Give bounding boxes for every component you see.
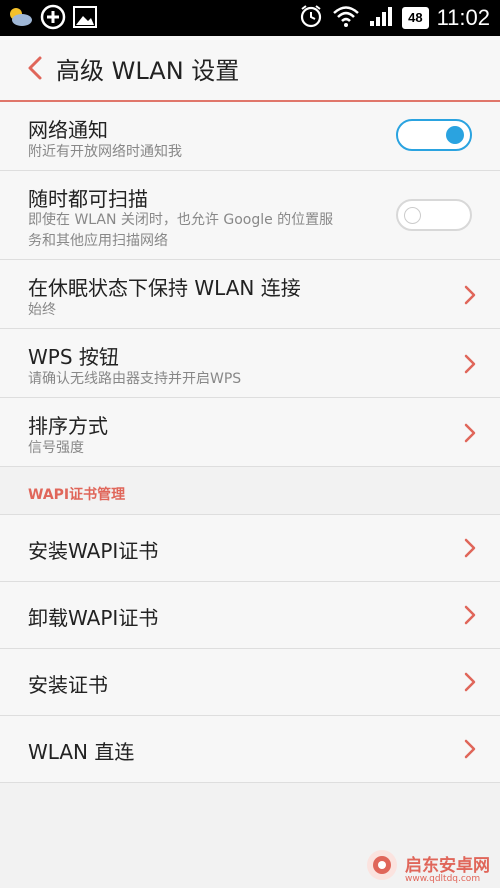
chevron-right-icon bbox=[464, 423, 476, 443]
setting-wps-button[interactable]: WPS 按钮 请确认无线路由器支持并开启WPS bbox=[0, 329, 500, 398]
setting-always-scan[interactable]: 随时都可扫描 即使在 WLAN 关闭时，也允许 Google 的位置服 务和其他… bbox=[0, 171, 500, 260]
status-right-icons: 48 11:02 bbox=[298, 0, 490, 36]
row-subtitle-line2: 务和其他应用扫描网络 bbox=[28, 233, 168, 249]
row-subtitle-line1: 即使在 WLAN 关闭时，也允许 Google 的位置服 bbox=[28, 212, 334, 228]
chevron-left-icon bbox=[28, 56, 42, 80]
page-title: 高级 WLAN 设置 bbox=[56, 57, 240, 85]
chevron-right-icon bbox=[464, 285, 476, 305]
toggle-knob bbox=[404, 207, 421, 224]
row-title: 随时都可扫描 bbox=[28, 187, 148, 211]
watermark-logo-icon bbox=[365, 848, 399, 886]
watermark-text-group: 启东安卓网 www.qdltdq.com bbox=[405, 851, 490, 884]
back-button[interactable] bbox=[22, 54, 50, 82]
chevron-right-icon bbox=[464, 538, 476, 558]
row-title: 排序方式 bbox=[28, 414, 108, 438]
watermark-name: 启东安卓网 bbox=[405, 855, 490, 876]
section-label: WAPI证书管理 bbox=[28, 487, 126, 503]
status-bar: 48 11:02 bbox=[0, 0, 500, 36]
list-item-install-wapi-cert[interactable]: 安装WAPI证书 bbox=[0, 515, 500, 582]
row-title: 网络通知 bbox=[28, 118, 108, 142]
toggle-knob bbox=[446, 126, 464, 144]
watermark: 启东安卓网 www.qdltdq.com bbox=[365, 848, 490, 886]
battery-indicator: 48 bbox=[402, 7, 429, 29]
row-title: 安装证书 bbox=[28, 673, 108, 697]
row-title: 安装WAPI证书 bbox=[28, 539, 159, 563]
setting-keep-wlan-sleep[interactable]: 在休眠状态下保持 WLAN 连接 始终 bbox=[0, 260, 500, 329]
clock: 11:02 bbox=[436, 5, 490, 30]
list-item-install-cert[interactable]: 安装证书 bbox=[0, 649, 500, 716]
row-subtitle: 请确认无线路由器支持并开启WPS bbox=[28, 371, 242, 387]
status-left-icons bbox=[6, 4, 98, 34]
chevron-right-icon bbox=[464, 605, 476, 625]
watermark-url: www.qdltdq.com bbox=[405, 873, 481, 884]
alarm-icon bbox=[298, 3, 324, 33]
row-title: WLAN 直连 bbox=[28, 740, 135, 764]
chevron-right-icon bbox=[464, 354, 476, 374]
row-subtitle: 附近有开放网络时通知我 bbox=[28, 144, 182, 160]
list-item-uninstall-wapi-cert[interactable]: 卸载WAPI证书 bbox=[0, 582, 500, 649]
section-header-wapi: WAPI证书管理 bbox=[0, 470, 500, 515]
always-scan-toggle[interactable] bbox=[396, 199, 472, 231]
image-icon bbox=[72, 5, 98, 33]
signal-icon bbox=[368, 4, 394, 32]
network-notify-toggle[interactable] bbox=[396, 119, 472, 151]
row-subtitle: 始终 bbox=[28, 302, 56, 318]
row-subtitle: 信号强度 bbox=[28, 440, 84, 456]
row-title: WPS 按钮 bbox=[28, 345, 119, 369]
setting-network-notify[interactable]: 网络通知 附近有开放网络时通知我 bbox=[0, 102, 500, 171]
app-bar: 高级 WLAN 设置 bbox=[0, 36, 500, 102]
wifi-icon bbox=[332, 4, 360, 32]
chevron-right-icon bbox=[464, 739, 476, 759]
row-title: 卸载WAPI证书 bbox=[28, 606, 159, 630]
row-title: 在休眠状态下保持 WLAN 连接 bbox=[28, 276, 301, 300]
list-item-wlan-direct[interactable]: WLAN 直连 bbox=[0, 716, 500, 783]
add-circle-icon bbox=[40, 4, 66, 34]
setting-sort-by[interactable]: 排序方式 信号强度 bbox=[0, 398, 500, 467]
chevron-right-icon bbox=[464, 672, 476, 692]
weather-icon bbox=[6, 5, 34, 33]
